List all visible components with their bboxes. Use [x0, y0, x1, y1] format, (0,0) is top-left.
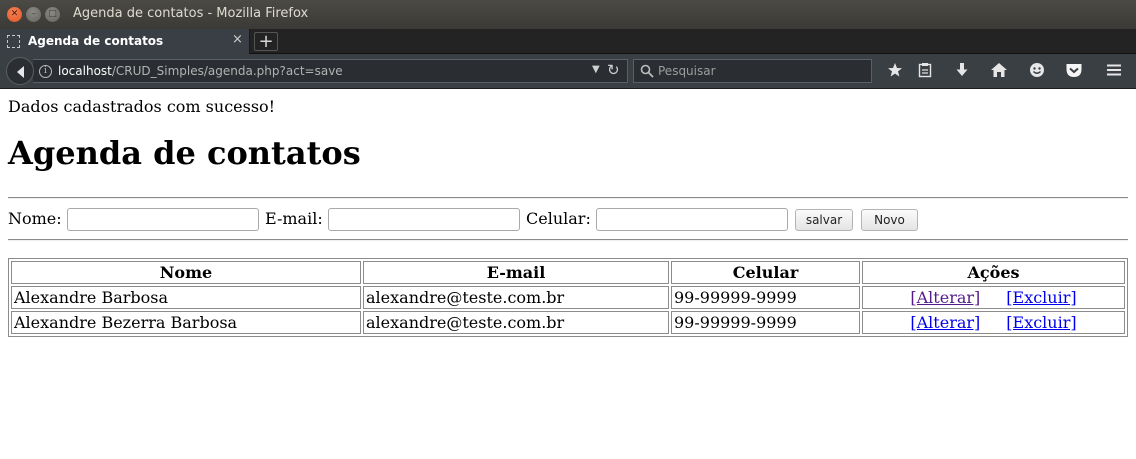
header-celular: Celular — [671, 261, 860, 284]
url-path: /CRUD_Simples/agenda.php?act=save — [111, 64, 343, 78]
reading-list-icon[interactable] — [915, 62, 935, 82]
success-message: Dados cadastrados com sucesso! — [8, 97, 276, 116]
header-acoes: Ações — [862, 261, 1125, 284]
cell-email: alexandre@teste.com.br — [363, 286, 669, 309]
bookmark-star-icon[interactable] — [885, 62, 905, 82]
download-icon[interactable] — [952, 62, 972, 82]
divider — [8, 197, 1128, 199]
new-button[interactable]: Novo — [861, 209, 918, 231]
page-title: Agenda de contatos — [8, 134, 361, 172]
table-row: Alexandre Bezerra Barbosa alexandre@test… — [11, 311, 1125, 334]
cell-acoes: [Alterar] [Excluir] — [862, 311, 1125, 334]
page-content: Dados cadastrados com sucesso! Agenda de… — [0, 90, 1136, 459]
back-button[interactable] — [6, 57, 34, 85]
menu-icon[interactable] — [1104, 62, 1124, 82]
email-input[interactable] — [328, 208, 520, 231]
celular-input[interactable] — [596, 208, 788, 231]
back-arrow-icon — [17, 66, 24, 78]
tab-agenda-de-contatos[interactable]: Agenda de contatos × — [0, 29, 250, 54]
search-placeholder: Pesquisar — [658, 64, 716, 78]
window-maximize-icon[interactable]: □ — [45, 7, 60, 22]
header-nome: Nome — [11, 261, 361, 284]
excluir-link[interactable]: [Excluir] — [1006, 288, 1076, 307]
url-history-dropdown-icon[interactable]: ▼ — [592, 64, 600, 75]
save-button[interactable]: salvar — [795, 209, 853, 231]
tab-label: Agenda de contatos — [28, 34, 164, 48]
table-header-row: Nome E-mail Celular Ações — [11, 261, 1125, 284]
new-tab-button[interactable]: + — [254, 32, 278, 51]
tab-close-icon[interactable]: × — [232, 32, 243, 47]
search-bar[interactable]: Pesquisar — [633, 59, 872, 83]
url-bar[interactable]: i localhost/CRUD_Simples/agenda.php?act=… — [33, 59, 628, 83]
cell-celular: 99-99999-9999 — [671, 311, 860, 334]
url-text[interactable]: localhost/CRUD_Simples/agenda.php?act=sa… — [58, 64, 343, 78]
hello-icon[interactable] — [1027, 62, 1047, 82]
home-icon[interactable] — [989, 62, 1009, 82]
window-title: Agenda de contatos - Mozilla Firefox — [73, 6, 309, 21]
cell-nome: Alexandre Barbosa — [11, 286, 361, 309]
site-info-icon[interactable]: i — [39, 65, 52, 78]
cell-email: alexandre@teste.com.br — [363, 311, 669, 334]
celular-label: Celular: — [526, 209, 591, 228]
alterar-link[interactable]: [Alterar] — [910, 288, 980, 307]
navigation-toolbar: i localhost/CRUD_Simples/agenda.php?act=… — [0, 54, 1136, 89]
reload-icon[interactable]: ↻ — [607, 61, 620, 79]
window-minimize-icon[interactable]: – — [26, 7, 41, 22]
contacts-table: Nome E-mail Celular Ações Alexandre Barb… — [8, 258, 1128, 337]
page-icon — [7, 35, 20, 48]
header-email: E-mail — [363, 261, 669, 284]
cell-celular: 99-99999-9999 — [671, 286, 860, 309]
cell-acoes: [Alterar] [Excluir] — [862, 286, 1125, 309]
nome-input[interactable] — [67, 208, 259, 231]
divider — [8, 239, 1128, 241]
email-label: E-mail: — [265, 209, 323, 228]
window-close-icon[interactable]: ✕ — [7, 7, 22, 22]
url-host: localhost — [58, 64, 112, 78]
alterar-link[interactable]: [Alterar] — [910, 313, 980, 332]
excluir-link[interactable]: [Excluir] — [1006, 313, 1076, 332]
cell-nome: Alexandre Bezerra Barbosa — [11, 311, 361, 334]
nome-label: Nome: — [8, 209, 62, 228]
window-titlebar: ✕ – □ Agenda de contatos - Mozilla Firef… — [0, 0, 1136, 29]
search-icon — [640, 64, 654, 78]
pocket-icon[interactable] — [1064, 62, 1084, 82]
tab-strip: Agenda de contatos × + — [0, 29, 1136, 54]
table-row: Alexandre Barbosa alexandre@teste.com.br… — [11, 286, 1125, 309]
